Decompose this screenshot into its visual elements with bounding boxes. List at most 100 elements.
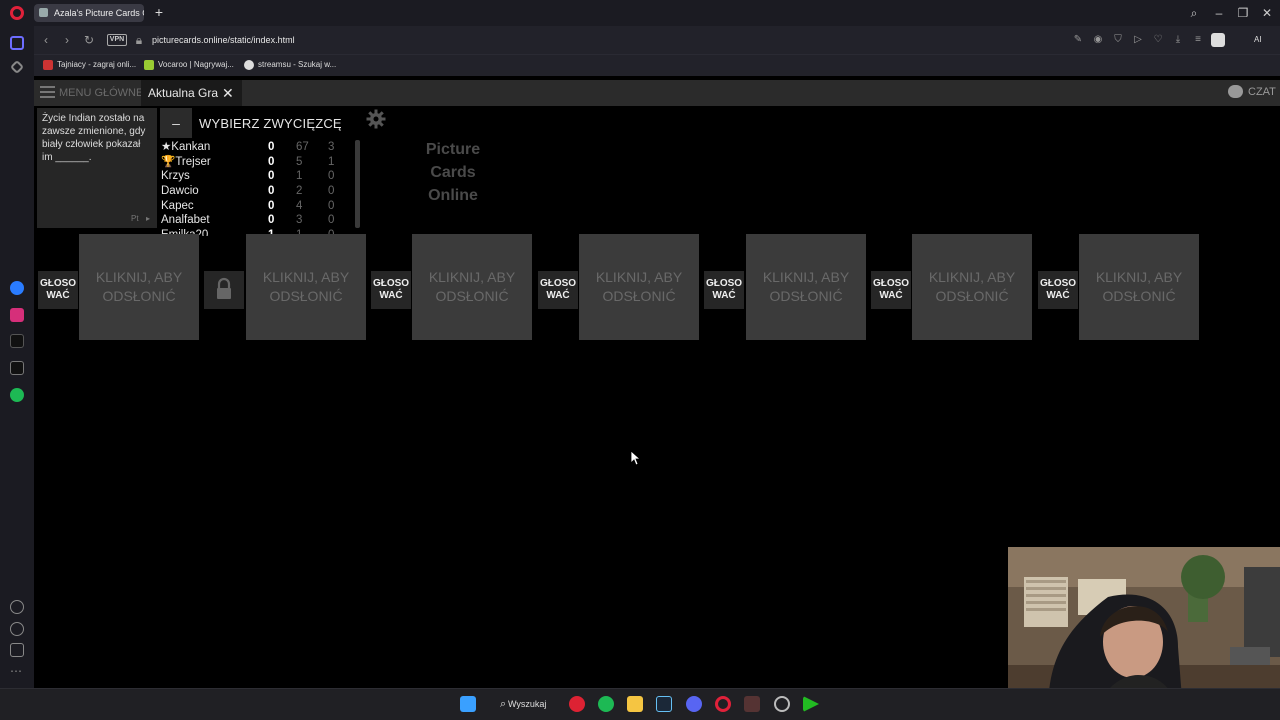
home-icon[interactable] xyxy=(10,36,24,50)
forward-icon[interactable]: › xyxy=(60,33,74,47)
white-card[interactable]: KLIKNIJ, ABY ODSŁONIĆ xyxy=(912,234,1032,340)
bookmark-vocaroo[interactable]: Vocaroo | Nagrywaj... xyxy=(158,59,234,71)
tiktok-icon[interactable] xyxy=(10,334,24,348)
vote-label: GŁOSO xyxy=(539,278,577,289)
player-name: 🏆Trejser xyxy=(161,156,211,168)
player-name: ★Kankan xyxy=(161,141,211,153)
scoreboard[interactable]: ★Kankan 0 67 3 🏆Trejser 0 5 1 Krzys 0 1 … xyxy=(160,140,352,236)
vote-label: WAĆ xyxy=(379,290,403,301)
player-stat: 0 xyxy=(328,214,335,226)
history-icon[interactable] xyxy=(10,622,24,636)
edit-icon[interactable]: ✎ xyxy=(1071,33,1085,47)
player-stat: 3 xyxy=(328,141,335,153)
white-card[interactable]: KLIKNIJ, ABY ODSŁONIĆ xyxy=(79,234,199,340)
player-row: 🏆Trejser 0 5 1 xyxy=(160,155,352,170)
spotify-icon[interactable] xyxy=(10,388,24,402)
vote-button[interactable]: GŁOSO WAĆ xyxy=(704,271,744,309)
white-card[interactable]: KLIKNIJ, ABY ODSŁONIĆ xyxy=(1079,234,1199,340)
white-card[interactable]: KLIKNIJ, ABY ODSŁONIĆ xyxy=(579,234,699,340)
extension-icon[interactable] xyxy=(1211,33,1225,47)
card-arrow-icon[interactable]: ▸ xyxy=(146,214,150,223)
player-score: 0 xyxy=(268,170,275,182)
vote-button[interactable]: GŁOSO WAĆ xyxy=(538,271,578,309)
lock-icon xyxy=(217,277,231,299)
player-score: 0 xyxy=(268,185,275,197)
camera-icon[interactable]: ◉ xyxy=(1091,33,1105,47)
mouse-cursor-icon xyxy=(631,451,641,466)
vote-label: WAĆ xyxy=(879,290,903,301)
player-row: Kapec 0 4 0 xyxy=(160,199,352,214)
google-icon xyxy=(244,60,254,70)
site-logo-text: Picture Cards Online xyxy=(410,138,496,207)
ai-button[interactable]: AI xyxy=(1254,33,1276,47)
opera-logo-icon[interactable] xyxy=(10,6,24,20)
white-card[interactable]: KLIKNIJ, ABY ODSŁONIĆ xyxy=(746,234,866,340)
vote-label: WAĆ xyxy=(546,290,570,301)
player-name: Krzys xyxy=(161,170,190,182)
back-icon[interactable]: ‹ xyxy=(39,33,53,47)
app-icon[interactable] xyxy=(744,696,760,712)
instagram-icon[interactable] xyxy=(10,308,24,322)
player-row: Analfabet 0 3 0 xyxy=(160,213,352,228)
restore-icon[interactable]: ❐ xyxy=(1233,4,1253,22)
opera-icon[interactable] xyxy=(715,696,731,712)
chat-button[interactable]: CZAT xyxy=(1228,84,1276,100)
gear-icon[interactable] xyxy=(366,109,386,129)
menu-icon[interactable]: ≡ xyxy=(1191,33,1205,47)
box-icon[interactable] xyxy=(10,643,24,657)
search-tabs-icon[interactable]: ⌕ xyxy=(1184,4,1204,22)
hamburger-icon[interactable] xyxy=(40,86,55,98)
vpn-badge[interactable]: VPN xyxy=(107,34,127,46)
player-stat: 67 xyxy=(296,141,309,153)
vote-button[interactable]: GŁOSO WAĆ xyxy=(871,271,911,309)
card-language: Pt xyxy=(131,214,139,223)
bookmark-streamsu[interactable]: streamsu - Szukaj w... xyxy=(258,59,336,71)
bookmark-tajniacy[interactable]: Tajniacy - zagraj onli... xyxy=(57,59,136,71)
close-icon[interactable]: ✕ xyxy=(222,85,234,101)
heart-icon[interactable]: ♡ xyxy=(1151,33,1165,47)
file-explorer-icon[interactable] xyxy=(627,696,643,712)
vote-label: WAĆ xyxy=(1046,290,1070,301)
x-icon[interactable] xyxy=(10,361,24,375)
windows-start-icon[interactable] xyxy=(460,696,476,712)
browser-tab[interactable]: Azala's Picture Cards Onli xyxy=(34,4,144,22)
opera-sidebar xyxy=(0,26,34,688)
vote-button[interactable]: GŁOSO WAĆ xyxy=(38,271,78,309)
webcam-overlay xyxy=(1008,547,1280,711)
minimize-icon[interactable]: – xyxy=(1209,4,1229,22)
spotify-icon[interactable] xyxy=(598,696,614,712)
player-score: 0 xyxy=(268,141,275,153)
reload-icon[interactable]: ↻ xyxy=(82,33,96,47)
app-icon[interactable] xyxy=(569,696,585,712)
tab-favicon-icon xyxy=(39,8,48,17)
heart-icon[interactable] xyxy=(10,600,24,614)
white-card[interactable]: KLIKNIJ, ABY ODSŁONIĆ xyxy=(412,234,532,340)
url-field[interactable]: picturecards.online/static/index.html xyxy=(152,34,295,46)
vote-label: GŁOSO xyxy=(872,278,910,289)
player-stat: 0 xyxy=(328,185,335,197)
logo-line: Online xyxy=(428,187,478,204)
messenger-icon[interactable] xyxy=(10,281,24,295)
play-icon[interactable]: ▷ xyxy=(1131,33,1145,47)
vote-button[interactable]: GŁOSO WAĆ xyxy=(371,271,411,309)
player-row: Krzys 0 1 0 xyxy=(160,169,352,184)
tab-current-game-label: Aktualna Gra xyxy=(148,86,219,100)
scrollbar-thumb[interactable] xyxy=(355,140,360,228)
main-menu-button[interactable]: MENU GŁÓWNE xyxy=(59,86,143,100)
discord-icon[interactable] xyxy=(686,696,702,712)
player-row: ★Kankan 0 67 3 xyxy=(160,140,352,155)
download-icon[interactable]: ⤓ xyxy=(1171,33,1185,47)
more-icon[interactable]: ⋯ xyxy=(10,664,22,678)
lock-icon[interactable]: 🔒︎ xyxy=(132,33,146,47)
new-tab-button[interactable]: + xyxy=(152,4,166,20)
white-card[interactable]: KLIKNIJ, ABY ODSŁONIĆ xyxy=(246,234,366,340)
vote-button[interactable]: GŁOSO WAĆ xyxy=(1038,271,1078,309)
close-window-icon[interactable]: ✕ xyxy=(1257,4,1277,22)
player-stat: 5 xyxy=(296,156,303,168)
taskbar-search[interactable]: Wyszukaj xyxy=(494,696,554,712)
collapse-button[interactable]: – xyxy=(160,108,192,138)
chatgpt-icon[interactable] xyxy=(774,696,790,712)
steam-icon[interactable] xyxy=(656,696,672,712)
player-name: Kapec xyxy=(161,200,194,212)
shield-icon[interactable]: ⛉ xyxy=(1111,33,1125,47)
